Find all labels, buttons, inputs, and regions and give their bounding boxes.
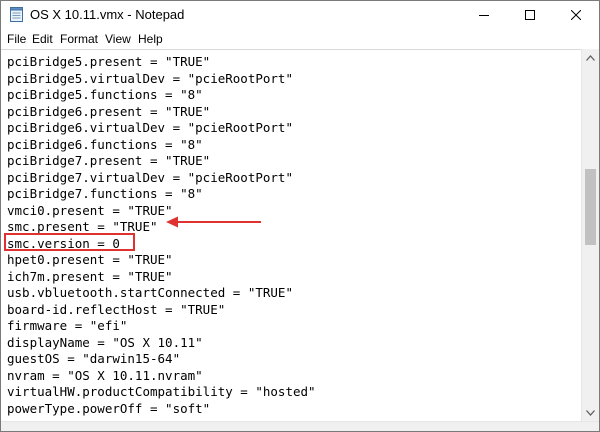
text-line: pciBridge5.present = "TRUE" xyxy=(7,54,211,69)
text-line: pciBridge6.functions = "8" xyxy=(7,136,203,152)
menu-format[interactable]: Format xyxy=(60,31,98,47)
maximize-icon xyxy=(525,10,535,20)
text-line: pciBridge7.present = "TRUE" xyxy=(7,153,211,168)
text-line: displayName = "OS X 10.11" xyxy=(7,334,203,350)
vertical-scrollbar[interactable] xyxy=(581,49,599,421)
text-line: pciBridge6.present = "TRUE" xyxy=(7,103,211,119)
window-title: OS X 10.11.vmx - Notepad xyxy=(30,7,185,22)
text-line: pciBridge7.functions = "8" xyxy=(7,186,203,201)
text-line: powerType.powerOff = "soft" xyxy=(7,400,211,416)
menu-edit[interactable]: Edit xyxy=(32,31,53,47)
text-line: board-id.reflectHost = "TRUE" xyxy=(7,301,226,317)
chevron-up-icon xyxy=(586,54,595,61)
minimize-button[interactable] xyxy=(461,1,507,29)
menu-file[interactable]: File xyxy=(7,31,26,47)
close-icon xyxy=(571,10,581,20)
text-line: pciBridge5.functions = "8" xyxy=(7,87,203,102)
scroll-down-button[interactable] xyxy=(582,404,599,421)
arrow-left-icon xyxy=(166,216,261,228)
menu-view[interactable]: View xyxy=(105,31,131,47)
text-line: ich7m.present = "TRUE" xyxy=(7,268,173,284)
text-line: vmci0.present = "TRUE" xyxy=(7,202,173,218)
chevron-down-icon xyxy=(586,409,595,416)
menu-help[interactable]: Help xyxy=(138,31,163,47)
scroll-thumb[interactable] xyxy=(585,169,596,245)
text-line: firmware = "efi" xyxy=(7,318,128,333)
notepad-icon xyxy=(10,7,23,22)
highlight-box xyxy=(4,233,135,251)
text-line: hpet0.present = "TRUE" xyxy=(7,252,173,267)
text-line: pciBridge6.virtualDev = "pcieRootPort" xyxy=(7,120,293,135)
notepad-window: OS X 10.11.vmx - Notepad File Edit Forma… xyxy=(0,0,600,432)
text-line: usb.vbluetooth.startConnected = "TRUE" xyxy=(7,285,293,300)
maximize-button[interactable] xyxy=(507,1,553,29)
title-bar[interactable]: OS X 10.11.vmx - Notepad xyxy=(1,1,599,29)
text-line: pciBridge5.virtualDev = "pcieRootPort" xyxy=(7,70,293,86)
text-line: guestOS = "darwin15-64" xyxy=(7,351,181,366)
scroll-up-button[interactable] xyxy=(582,49,599,66)
text-editor[interactable]: pciBridge5.present = "TRUE" pciBridge5.v… xyxy=(1,49,581,422)
minimize-icon xyxy=(479,15,489,16)
text-line: virtualHW.productCompatibility = "hosted… xyxy=(7,384,316,399)
text-line: pciBridge7.virtualDev = "pcieRootPort" xyxy=(7,169,293,185)
horizontal-scrollbar[interactable] xyxy=(1,421,599,431)
text-line: nvram = "OS X 10.11.nvram" xyxy=(7,367,203,383)
close-button[interactable] xyxy=(553,1,599,29)
menu-bar: File Edit Format View Help xyxy=(1,29,599,49)
